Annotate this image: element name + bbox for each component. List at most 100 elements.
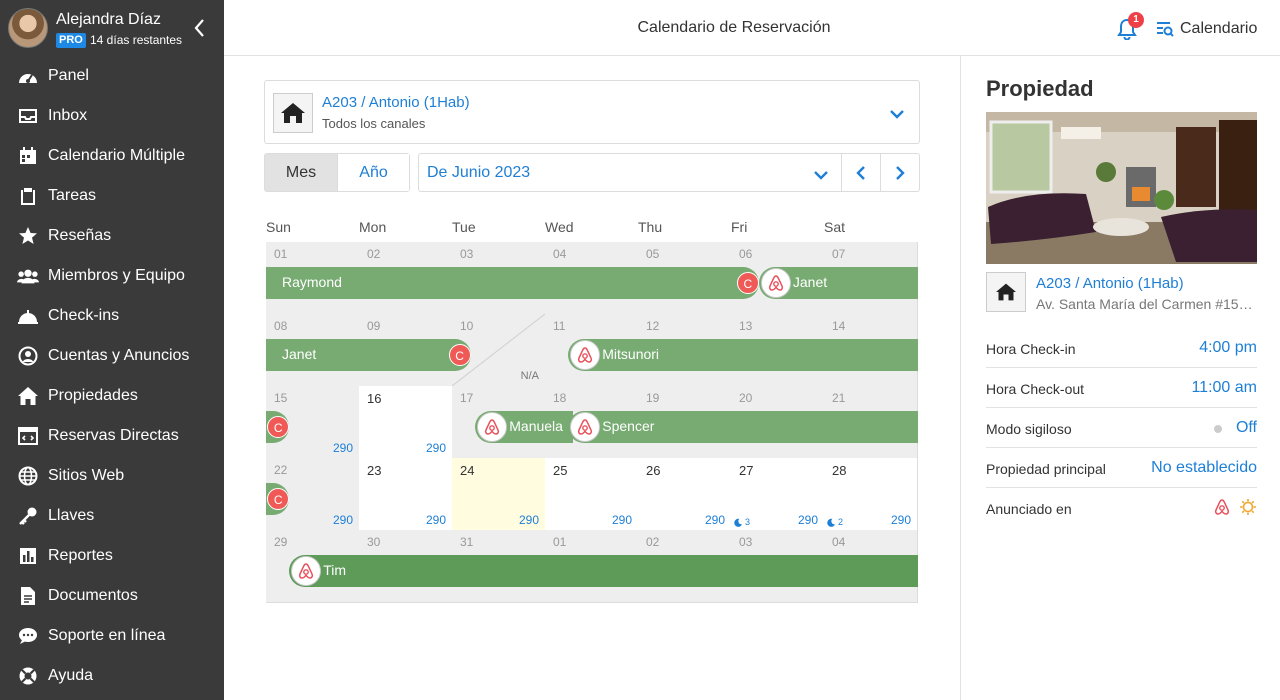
chat-icon [17, 626, 39, 646]
month-dropdown-toggle[interactable] [813, 168, 829, 180]
page-title: Calendario de Reservación [637, 19, 831, 36]
detail-row-modo-sigiloso: Modo sigiloso Off [986, 408, 1257, 448]
calendar-search-icon [1157, 22, 1174, 37]
channel-c-badge: C [736, 272, 759, 294]
view-toggle-label: Calendario [1180, 20, 1258, 37]
sidebar-item-ayuda[interactable]: Ayuda [0, 656, 224, 696]
moon-icon [827, 518, 836, 527]
sidebar-item-llaves[interactable]: Llaves [0, 496, 224, 536]
calendar-day-cell[interactable]: 25 290 [545, 458, 639, 531]
sidebar-item-tareas[interactable]: Tareas [0, 176, 224, 216]
booking-sun-icon [1240, 499, 1256, 515]
living-room-photo [986, 112, 1257, 264]
detail-value[interactable]: 4:00 pm [1199, 339, 1257, 357]
sidebar-item-reportes[interactable]: Reportes [0, 536, 224, 576]
calendar-day-cell[interactable]: 26 290 [638, 458, 732, 531]
property-dropdown-toggle[interactable] [889, 107, 905, 119]
sidebar-item-label: Ayuda [48, 667, 94, 684]
day-number: 05 [646, 247, 660, 261]
sidebar-item-propiedades[interactable]: Propiedades [0, 376, 224, 416]
calendar-day-cell[interactable]: 28 290 2 [824, 458, 918, 531]
sidebar-item-resenas[interactable]: Reseñas [0, 216, 224, 256]
calendar-day-cell[interactable]: 23 290 [359, 458, 453, 531]
sidebar-item-label: Calendario Múltiple [48, 147, 185, 164]
reservation-bar[interactable]: Janet [758, 267, 918, 299]
detail-value[interactable]: No establecido [1151, 459, 1257, 477]
day-number: 31 [460, 535, 474, 549]
panel-property-thumbnail [986, 272, 1026, 312]
user-profile[interactable]: Alejandra Díaz PRO 14 días restantes [0, 0, 224, 56]
sidebar-item-panel[interactable]: Panel [0, 56, 224, 96]
document-icon [17, 586, 39, 606]
avatar[interactable] [8, 8, 48, 48]
sidebar-item-sitios-web[interactable]: Sitios Web [0, 456, 224, 496]
day-number: 19 [646, 391, 660, 405]
chevron-left-icon [194, 19, 204, 37]
trial-remaining: 14 días restantes [90, 33, 183, 47]
calendar-icon [17, 146, 39, 166]
day-number: 04 [553, 247, 567, 261]
min-stay-nights: 3 [745, 517, 751, 527]
detail-label: Hora Check-out [986, 381, 1085, 397]
day-number: 15 [274, 391, 288, 405]
calendar-day-cell[interactable]: 16 290 [359, 386, 453, 459]
globe-icon [17, 466, 39, 486]
day-number: 09 [367, 319, 381, 333]
selected-channels: Todos los canales [322, 116, 426, 131]
guest-name: Tim [323, 562, 347, 578]
reservation-bar[interactable]: Manuela [475, 411, 573, 443]
guest-name: Janet [792, 274, 828, 290]
panel-property-address: Av. Santa María del Carmen #1502... [1036, 296, 1258, 312]
channel-c-badge: C [267, 488, 290, 510]
previous-month-button[interactable] [842, 153, 881, 192]
day-number: 03 [739, 535, 753, 549]
team-icon [17, 266, 39, 286]
airbnb-icon [485, 419, 500, 435]
weekday-header: Sun Mon Tue Wed Thu Fri Sat [266, 219, 917, 239]
nightly-price: 290 [704, 513, 725, 527]
property-photo [986, 112, 1257, 264]
airbnb-channel-badge [291, 556, 322, 586]
sidebar-item-check-ins[interactable]: Check-ins [0, 296, 224, 336]
reservation-bar[interactable]: Janet C [266, 339, 471, 371]
calendar-day-cell[interactable]: 24 290 [452, 458, 546, 531]
reservation-bar[interactable]: Tim [289, 555, 918, 587]
chevron-left-icon [856, 165, 865, 180]
detail-row-hora-check-in: Hora Check-in 4:00 pm [986, 328, 1257, 368]
month-view-button[interactable]: Mes [265, 154, 337, 191]
calendar-day-cell[interactable]: 27 290 3 [731, 458, 825, 531]
calendar-view-toggle[interactable]: Calendario [1156, 18, 1257, 40]
reservation-bar[interactable]: Raymond C [266, 267, 759, 299]
sidebar-item-documentos[interactable]: Documentos [0, 576, 224, 616]
sidebar-item-calendario-multiple[interactable]: Calendario Múltiple [0, 136, 224, 176]
sidebar-item-inbox[interactable]: Inbox [0, 96, 224, 136]
sidebar-item-miembros-y-equipo[interactable]: Miembros y Equipo [0, 256, 224, 296]
channel-c-badge: C [448, 344, 471, 366]
chevron-down-icon [890, 110, 904, 119]
detail-label: Hora Check-in [986, 341, 1076, 357]
detail-value[interactable]: 11:00 am [1191, 379, 1257, 397]
day-number: 02 [646, 535, 660, 549]
sidebar-item-label: Reseñas [48, 227, 112, 244]
reservation-bar[interactable]: Mitsunori [568, 339, 918, 371]
property-thumbnail [273, 93, 313, 133]
sidebar-item-cuentas-y-anuncios[interactable]: Cuentas y Anuncios [0, 336, 224, 376]
year-view-button[interactable]: Año [337, 154, 409, 191]
property-selector[interactable]: A203 / Antonio (1Hab) Todos los canales [264, 80, 920, 144]
detail-row-anunciado-en: Anunciado en [986, 488, 1257, 528]
help-icon [17, 666, 39, 686]
weekday-label: Tue [452, 219, 476, 235]
month-selector[interactable]: De Junio 2023 [418, 153, 842, 192]
collapse-sidebar-button[interactable] [190, 16, 210, 40]
reservation-bar[interactable]: Spencer [568, 411, 918, 443]
key-icon [17, 506, 39, 526]
sidebar-item-label: Tareas [48, 187, 97, 204]
sidebar-item-reservas-directas[interactable]: Reservas Directas [0, 416, 224, 456]
sidebar-item-soporte-en-linea[interactable]: Soporte en línea [0, 616, 224, 656]
next-month-button[interactable] [881, 153, 920, 192]
min-stay-nights: 2 [838, 517, 844, 527]
panel-property-link[interactable]: A203 / Antonio (1Hab) [1036, 275, 1184, 292]
guest-name: Spencer [602, 418, 655, 434]
detail-value[interactable]: Off [1236, 419, 1257, 437]
unavailable-note: N/A [520, 370, 539, 382]
